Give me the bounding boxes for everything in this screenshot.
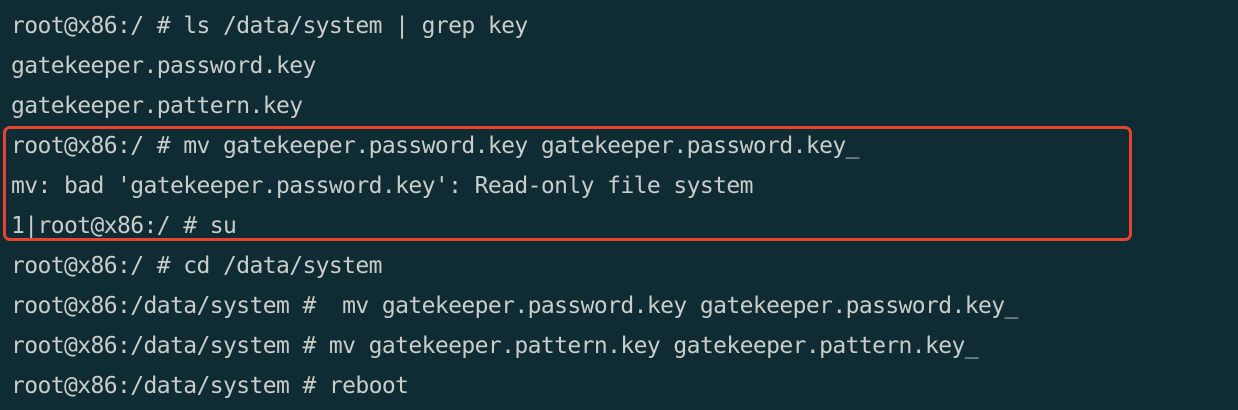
- terminal-line: 1|root@x86:/ # su: [11, 213, 237, 239]
- terminal-line: root@x86:/data/system # mv gatekeeper.pa…: [11, 333, 979, 359]
- terminal-line: gatekeeper.pattern.key: [11, 93, 303, 119]
- terminal-line: root@x86:/data/system # reboot: [11, 373, 409, 399]
- terminal-line: root@x86:/ # mv gatekeeper.password.key …: [11, 133, 859, 159]
- terminal-window[interactable]: root@x86:/ # ls /data/system | grep key …: [0, 0, 1238, 410]
- terminal-line: root@x86:/ # cd /data/system: [11, 253, 383, 279]
- terminal-line: root@x86:/ # ls /data/system | grep key: [11, 13, 528, 39]
- terminal-line: mv: bad 'gatekeeper.password.key': Read-…: [11, 173, 753, 199]
- terminal-line: gatekeeper.password.key: [11, 53, 316, 79]
- terminal-line: root@x86:/data/system # mv gatekeeper.pa…: [11, 293, 1018, 319]
